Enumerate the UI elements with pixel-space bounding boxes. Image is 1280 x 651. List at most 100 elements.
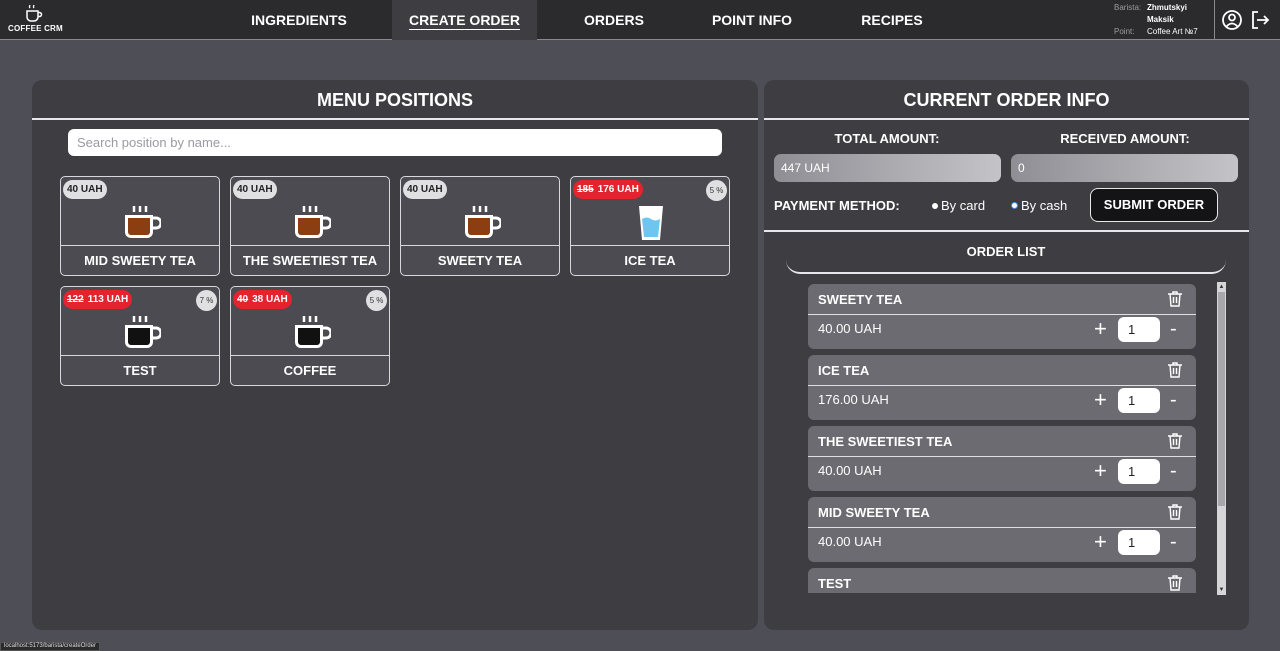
price-value: 40 UAH	[67, 184, 103, 195]
price-badge: 40 UAH	[63, 180, 107, 199]
menu-card-sweety-tea[interactable]: 40 UAH SWEETY TEA	[400, 176, 560, 276]
trash-icon[interactable]	[1166, 432, 1184, 450]
tea-cup-icon	[465, 206, 501, 238]
logout-icon[interactable]	[1249, 9, 1271, 31]
order-item-name: TEST	[818, 576, 852, 591]
decrease-qty-button[interactable]: -	[1170, 531, 1177, 553]
nav-orders-label: ORDERS	[584, 12, 644, 28]
nav-recipes-label: RECIPES	[861, 12, 923, 28]
logo-text: COFFEE CRM	[8, 24, 63, 33]
order-item-sweety-tea: SWEETY TEA 40.00 UAH + 1 -	[808, 284, 1196, 349]
quantity-input[interactable]: 1	[1118, 459, 1160, 484]
app-logo[interactable]: COFFEE CRM	[8, 3, 63, 37]
received-amount-input[interactable]: 0	[1011, 154, 1238, 182]
menu-card-name: SWEETY TEA	[401, 245, 559, 275]
trash-icon[interactable]	[1166, 290, 1184, 308]
coffee-cup-icon	[295, 316, 331, 348]
order-item-divider	[808, 456, 1196, 457]
order-item-price: 40.00 UAH	[818, 534, 882, 549]
nav-create-order[interactable]: CREATE ORDER	[392, 0, 537, 40]
decrease-qty-button[interactable]: -	[1170, 318, 1177, 340]
discount-price-badge: 122 113 UAH	[63, 290, 133, 309]
decrease-qty-button[interactable]: -	[1170, 460, 1177, 482]
barista-label: Barista:	[1114, 3, 1142, 12]
old-price: 122	[67, 294, 84, 305]
trash-icon[interactable]	[1166, 574, 1184, 592]
menu-positions-title: MENU POSITIONS	[32, 80, 758, 120]
quantity-input[interactable]: 1	[1118, 317, 1160, 342]
quantity-input[interactable]: 1	[1118, 530, 1160, 555]
top-navbar: COFFEE CRM INGREDIENTS CREATE ORDER ORDE…	[0, 0, 1280, 40]
order-item-price: 40.00 UAH	[818, 321, 882, 336]
price-value: 38 UAH	[252, 294, 288, 305]
user-info: Barista: Zhmutskyi Maksik Point: Coffee Ar…	[1114, 2, 1214, 38]
payment-by-card-radio[interactable]: By card	[932, 198, 985, 213]
menu-positions-panel: MENU POSITIONS 40 UAH MID SWEETY TEA 40 …	[32, 80, 758, 630]
nav-ingredients-label: INGREDIENTS	[251, 12, 347, 28]
increase-qty-button[interactable]: +	[1094, 460, 1107, 482]
old-price: 185	[577, 184, 594, 195]
received-amount-label: RECEIVED AMOUNT:	[1060, 131, 1190, 146]
payment-by-cash-radio[interactable]: By cash	[1011, 198, 1067, 213]
price-value: 40 UAH	[407, 184, 443, 195]
discount-price-badge: 185 176 UAH	[573, 180, 643, 199]
price-badge: 40 UAH	[403, 180, 447, 199]
current-order-title: CURRENT ORDER INFO	[764, 80, 1249, 120]
order-item-test: TEST + 1 -	[808, 568, 1196, 593]
nav-ingredients[interactable]: INGREDIENTS	[244, 0, 354, 40]
order-item-price: 40.00 UAH	[818, 463, 882, 478]
menu-card-test[interactable]: 122 113 UAH 7 % TEST	[60, 286, 220, 386]
point-label: Point:	[1114, 27, 1135, 36]
order-item-name: ICE TEA	[818, 363, 870, 378]
submit-order-button[interactable]: SUBMIT ORDER	[1090, 188, 1218, 222]
decrease-qty-button[interactable]: -	[1170, 389, 1177, 411]
radio-checked-icon	[1011, 202, 1018, 210]
scrollbar-thumb[interactable]	[1218, 292, 1225, 506]
point-value: Coffee Art №7	[1147, 27, 1198, 36]
trash-icon[interactable]	[1166, 503, 1184, 521]
menu-card-name: ICE TEA	[571, 245, 729, 275]
order-item-divider	[808, 385, 1196, 386]
menu-card-ice-tea[interactable]: 185 176 UAH 5 % ICE TEA	[570, 176, 730, 276]
menu-card-mid-sweety-tea[interactable]: 40 UAH MID SWEETY TEA	[60, 176, 220, 276]
discount-percent-badge: 5 %	[366, 290, 387, 311]
price-value: 113 UAH	[87, 294, 129, 305]
old-price: 40	[237, 294, 249, 305]
order-item-price: 176.00 UAH	[818, 392, 889, 407]
menu-card-coffee[interactable]: 40 38 UAH 5 % COFFEE	[230, 286, 390, 386]
quantity-input[interactable]: 1	[1118, 388, 1160, 413]
order-item-ice-tea: ICE TEA 176.00 UAH + 1 -	[808, 355, 1196, 420]
current-order-panel: CURRENT ORDER INFO TOTAL AMOUNT: RECEIVE…	[764, 80, 1249, 630]
user-profile-icon[interactable]	[1221, 9, 1243, 31]
increase-qty-button[interactable]: +	[1094, 318, 1107, 340]
scroll-down-arrow-icon[interactable]: ▼	[1218, 586, 1225, 594]
menu-card-name: THE SWEETIEST TEA	[231, 245, 389, 275]
order-list: SWEETY TEA 40.00 UAH + 1 - ICE TEA 176.0…	[808, 284, 1196, 593]
scroll-up-arrow-icon[interactable]: ▲	[1218, 283, 1225, 291]
menu-card-name: TEST	[61, 355, 219, 385]
order-list-scrollbar[interactable]: ▲ ▼	[1217, 282, 1226, 595]
coffee-cup-icon	[125, 316, 161, 348]
nav-recipes[interactable]: RECIPES	[852, 0, 932, 40]
search-position-input[interactable]	[68, 129, 722, 156]
order-item-name: THE SWEETIEST TEA	[818, 434, 953, 449]
order-item-mid-sweety-tea: MID SWEETY TEA 40.00 UAH + 1 -	[808, 497, 1196, 562]
price-value: 40 UAH	[237, 184, 273, 195]
increase-qty-button[interactable]: +	[1094, 531, 1107, 553]
nav-orders[interactable]: ORDERS	[574, 0, 654, 40]
nav-create-order-label: CREATE ORDER	[409, 12, 520, 28]
price-value: 176 UAH	[597, 184, 639, 195]
glass-icon	[639, 206, 663, 240]
trash-icon[interactable]	[1166, 361, 1184, 379]
discount-price-badge: 40 38 UAH	[233, 290, 292, 309]
tea-cup-icon	[125, 206, 161, 238]
nav-point-info[interactable]: POINT INFO	[703, 0, 801, 40]
order-list-title: ORDER LIST	[786, 238, 1226, 274]
radio-unchecked-icon	[932, 202, 938, 209]
order-item-divider	[808, 527, 1196, 528]
menu-card-name: COFFEE	[231, 355, 389, 385]
increase-qty-button[interactable]: +	[1094, 389, 1107, 411]
discount-percent-badge: 5 %	[706, 180, 727, 201]
menu-card-the-sweetiest-tea[interactable]: 40 UAH THE SWEETIEST TEA	[230, 176, 390, 276]
total-amount-label: TOTAL AMOUNT:	[834, 131, 940, 146]
